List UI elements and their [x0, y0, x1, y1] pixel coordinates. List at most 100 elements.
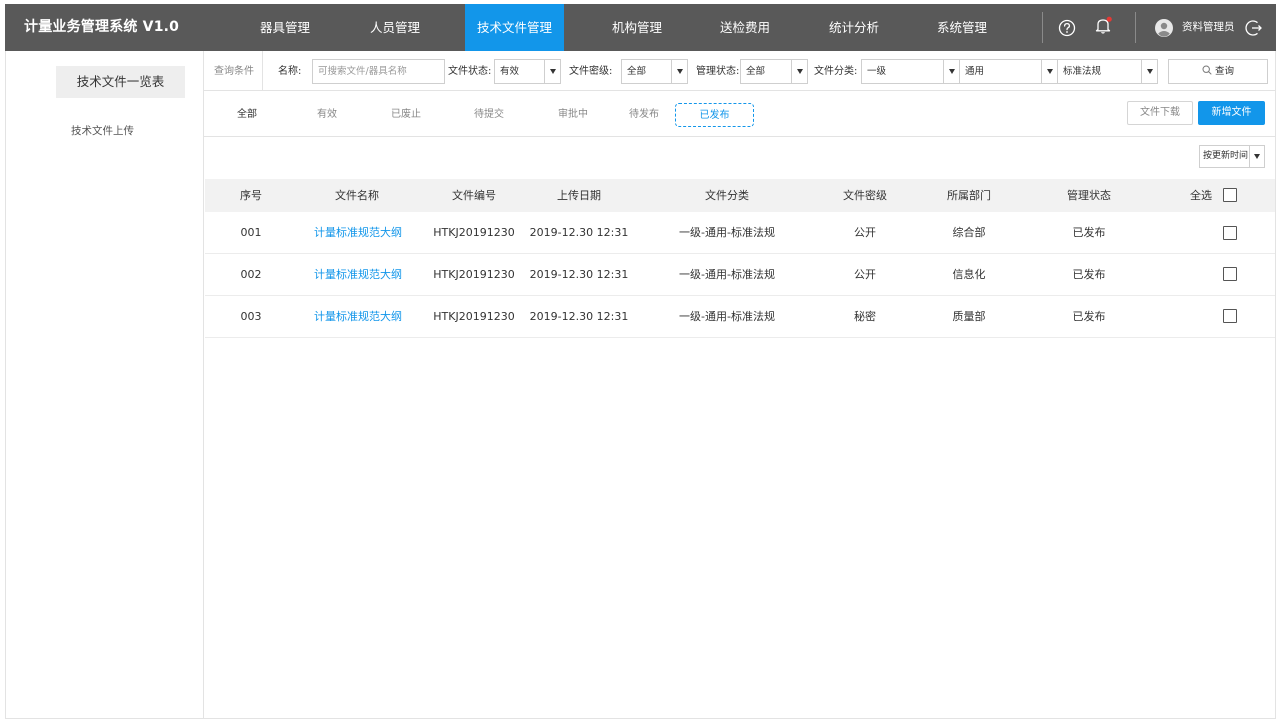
category-level2-value: 通用	[965, 66, 985, 77]
add-file-button[interactable]: 新增文件	[1198, 101, 1265, 125]
file-secrecy: 公开	[854, 226, 876, 239]
mgmt-status-select-value: 全部	[746, 66, 766, 77]
select-all-checkbox[interactable]	[1223, 188, 1237, 202]
avatar-icon[interactable]	[1154, 18, 1174, 38]
secrecy-select-value: 全部	[627, 66, 647, 77]
mgmt-status-select[interactable]: 全部	[740, 59, 808, 84]
mgmt-status: 已发布	[1072, 268, 1106, 281]
help-icon[interactable]	[1057, 18, 1077, 38]
table-row: 001 计量标准规范大纲 HTKJ20191230 2019-12.30 12:…	[205, 212, 1275, 254]
top-header: 计量业务管理系统 V1.0 器具管理 人员管理 技术文件管理 机构管理 送检费用…	[5, 4, 1276, 51]
file-category: 一级-通用-标准法规	[679, 310, 775, 323]
upload-date: 2019-12.30 12:31	[529, 268, 629, 281]
sidebar-item-doc-upload[interactable]: 技术文件上传	[71, 123, 134, 138]
nav-item-inspection-fees[interactable]: 送检费用	[705, 4, 785, 51]
category-level1-select[interactable]: 一级	[861, 59, 960, 84]
nav-item-personnel[interactable]: 人员管理	[355, 4, 435, 51]
nav-item-system[interactable]: 系统管理	[922, 4, 1002, 51]
search-icon	[1202, 65, 1212, 75]
download-button[interactable]: 文件下载	[1127, 101, 1193, 125]
file-secrecy: 公开	[854, 268, 876, 281]
nav-item-instruments[interactable]: 器具管理	[245, 4, 325, 51]
row-checkbox[interactable]	[1223, 267, 1237, 281]
upload-date: 2019-12.30 12:31	[529, 226, 629, 239]
tab-valid[interactable]: 有效	[302, 103, 352, 127]
column-header: 文件分类	[705, 189, 749, 202]
file-secrecy: 秘密	[854, 310, 876, 323]
column-header: 所属部门	[947, 189, 991, 202]
table-row: 002 计量标准规范大纲 HTKJ20191230 2019-12.30 12:…	[205, 254, 1275, 296]
table-row: 003 计量标准规范大纲 HTKJ20191230 2019-12.30 12:…	[205, 296, 1275, 338]
status-select[interactable]: 有效	[494, 59, 561, 84]
chevron-down-icon	[791, 60, 807, 83]
chevron-down-icon	[1041, 60, 1057, 83]
chevron-down-icon	[671, 60, 687, 83]
department: 信息化	[952, 268, 986, 281]
column-header: 上传日期	[557, 189, 601, 202]
column-header: 序号	[240, 189, 262, 202]
tab-pending-publish[interactable]: 待发布	[619, 103, 669, 127]
chevron-down-icon	[1249, 146, 1264, 167]
file-name-link[interactable]: 计量标准规范大纲	[298, 254, 418, 296]
select-all-label: 全选	[1190, 189, 1212, 202]
row-checkbox[interactable]	[1223, 226, 1237, 240]
file-code: HTKJ20191230	[433, 226, 515, 239]
header-divider	[1135, 12, 1136, 43]
search-button[interactable]: 查询	[1168, 59, 1268, 84]
category-label: 文件分类:	[814, 66, 858, 77]
mgmt-status: 已发布	[1072, 226, 1106, 239]
tab-all[interactable]: 全部	[222, 103, 272, 127]
category-level1-value: 一级	[867, 66, 887, 77]
category-level2-select[interactable]: 通用	[959, 59, 1058, 84]
row-number: 002	[240, 268, 262, 281]
table-header: 序号 文件名称 文件编号 上传日期 文件分类 文件密级 所属部门 管理状态 全选	[205, 179, 1275, 212]
status-label: 文件状态:	[448, 66, 492, 77]
sort-select[interactable]: 按更新时间	[1199, 145, 1265, 168]
name-label: 名称:	[278, 66, 302, 77]
file-name-link[interactable]: 计量标准规范大纲	[298, 296, 418, 338]
nav-item-organization[interactable]: 机构管理	[597, 4, 677, 51]
mgmt-status-label: 管理状态:	[696, 66, 740, 77]
column-header: 文件密级	[843, 189, 887, 202]
header-divider	[1042, 12, 1043, 43]
category-level3-select[interactable]: 标准法规	[1057, 59, 1158, 84]
logout-icon[interactable]	[1244, 18, 1264, 38]
sidebar: 技术文件一览表 技术文件上传	[5, 51, 204, 719]
filter-divider	[262, 51, 263, 91]
file-name-link[interactable]: 计量标准规范大纲	[298, 212, 418, 254]
nav-item-tech-docs[interactable]: 技术文件管理	[465, 4, 564, 51]
upload-date: 2019-12.30 12:31	[529, 310, 629, 323]
filter-section-label: 查询条件	[214, 66, 254, 77]
chevron-down-icon	[544, 60, 560, 83]
column-header: 管理状态	[1067, 189, 1111, 202]
sort-select-value: 按更新时间	[1203, 151, 1249, 161]
tab-published[interactable]: 已发布	[675, 103, 754, 127]
notification-dot	[1106, 16, 1112, 22]
status-select-value: 有效	[500, 66, 520, 77]
nav-item-statistics[interactable]: 统计分析	[814, 4, 894, 51]
row-checkbox[interactable]	[1223, 309, 1237, 323]
tab-pending-submit[interactable]: 待提交	[464, 103, 514, 127]
column-header: 文件编号	[452, 189, 496, 202]
tab-abolished[interactable]: 已废止	[381, 103, 431, 127]
filter-bar: 查询条件 名称: 可搜索文件/器具名称 文件状态: 有效 文件密级: 全部 管理…	[204, 51, 1276, 91]
row-number: 003	[240, 310, 262, 323]
user-name[interactable]: 资料管理员	[1182, 4, 1235, 51]
name-search-input[interactable]: 可搜索文件/器具名称	[312, 59, 445, 84]
search-button-label: 查询	[1214, 66, 1234, 77]
bell-icon[interactable]	[1093, 15, 1113, 35]
tab-in-approval[interactable]: 审批中	[548, 103, 598, 127]
file-category: 一级-通用-标准法规	[679, 268, 775, 281]
app-title: 计量业务管理系统 V1.0	[24, 19, 180, 35]
file-category: 一级-通用-标准法规	[679, 226, 775, 239]
chevron-down-icon	[943, 60, 959, 83]
category-level3-value: 标准法规	[1063, 66, 1102, 77]
file-code: HTKJ20191230	[433, 310, 515, 323]
secrecy-label: 文件密级:	[569, 66, 613, 77]
column-header: 文件名称	[335, 189, 379, 202]
row-number: 001	[240, 226, 262, 239]
sidebar-item-doc-list[interactable]: 技术文件一览表	[56, 66, 185, 98]
file-code: HTKJ20191230	[433, 268, 515, 281]
secrecy-select[interactable]: 全部	[621, 59, 688, 84]
mgmt-status: 已发布	[1072, 310, 1106, 323]
